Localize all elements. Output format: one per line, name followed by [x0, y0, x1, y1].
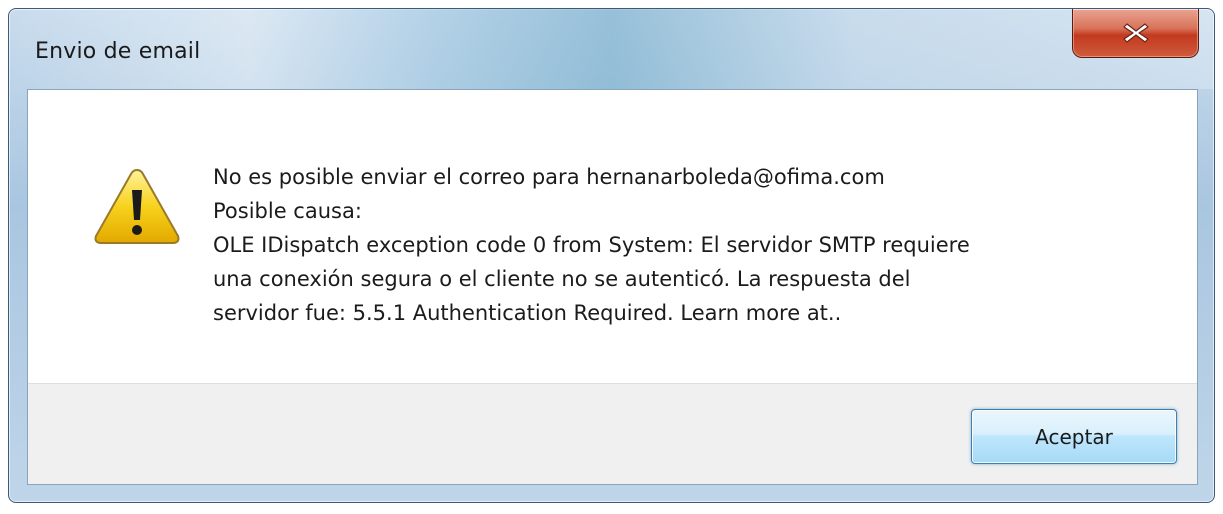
message-line: Posible causa: — [213, 199, 362, 223]
accept-button[interactable]: Aceptar — [971, 409, 1177, 464]
dialog-window: Envio de email No es posible enviar el c… — [8, 8, 1215, 503]
warning-icon — [92, 166, 182, 246]
button-bar: Aceptar — [28, 383, 1197, 484]
message-line: servidor fue: 5.5.1 Authentication Requi… — [213, 301, 842, 325]
message-area: No es posible enviar el correo para hern… — [28, 90, 1197, 385]
close-button[interactable] — [1072, 9, 1199, 58]
window-title: Envio de email — [35, 39, 201, 64]
message-line: una conexión segura o el cliente no se a… — [213, 267, 911, 291]
dialog-body: No es posible enviar el correo para hern… — [27, 89, 1198, 485]
message-line: No es posible enviar el correo para hern… — [213, 165, 885, 189]
message-line: OLE IDispatch exception code 0 from Syst… — [213, 233, 970, 257]
error-message: No es posible enviar el correo para hern… — [213, 160, 1133, 330]
close-icon — [1121, 21, 1151, 45]
